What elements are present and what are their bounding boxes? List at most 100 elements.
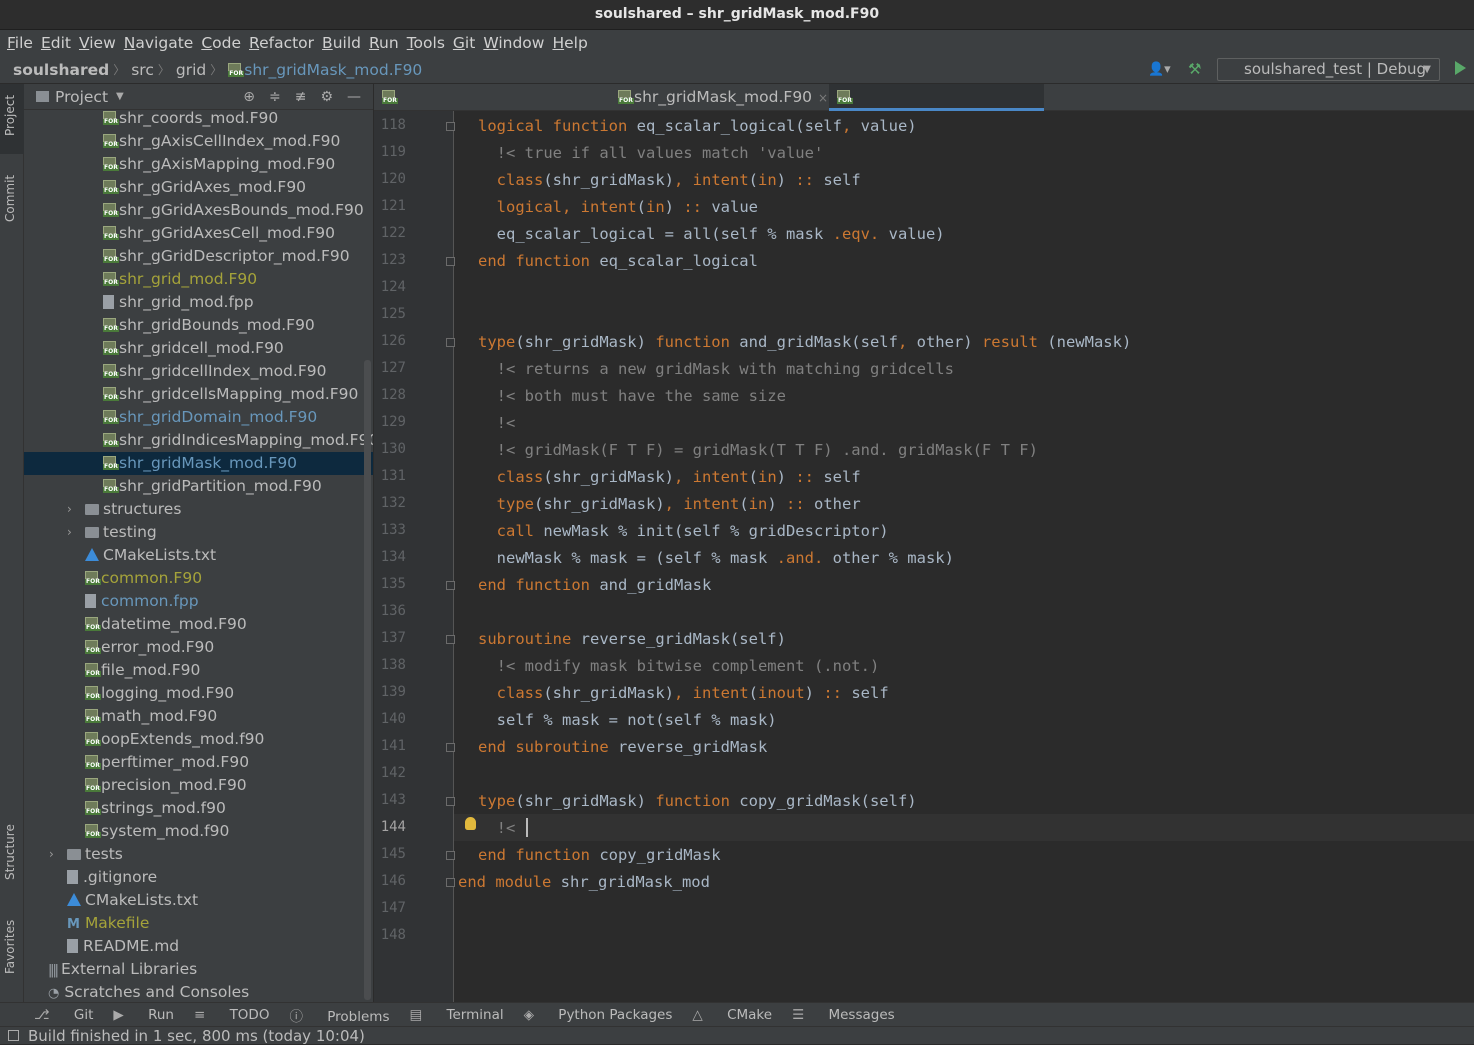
tree-item[interactable]: shr_gridBounds_mod.F90 xyxy=(24,314,373,337)
tree-item[interactable]: › structures xyxy=(24,498,373,521)
tool-window-messages[interactable]: ☰ Messages xyxy=(792,1007,895,1023)
tree-item[interactable]: shr_coords_mod.F90 xyxy=(24,110,373,130)
lightbulb-icon[interactable] xyxy=(465,817,476,830)
tree-item[interactable]: shr_gGridAxesCell_mod.F90 xyxy=(24,222,373,245)
tree-item[interactable]: .gitignore xyxy=(24,866,373,889)
chevron-right-icon[interactable]: › xyxy=(67,498,72,521)
tree-item[interactable]: ◔ Scratches and Consoles xyxy=(24,981,373,1002)
run-configuration-select[interactable]: soulshared_test | Debug ▼ xyxy=(1217,58,1440,81)
tree-item[interactable]: strings_mod.f90 xyxy=(24,797,373,820)
fold-marker-icon[interactable] xyxy=(446,338,455,347)
tree-item[interactable]: README.md xyxy=(24,935,373,958)
project-panel-title[interactable]: Project xyxy=(55,88,108,106)
fold-marker-icon[interactable] xyxy=(446,797,455,806)
run-icon[interactable] xyxy=(1455,61,1466,75)
tree-item[interactable]: oopExtends_mod.f90 xyxy=(24,728,373,751)
menu-edit[interactable]: Edit xyxy=(41,34,71,52)
fold-marker-icon[interactable] xyxy=(446,581,455,590)
tool-window-todo[interactable]: ≡ TODO xyxy=(194,1007,270,1023)
fold-marker-icon[interactable] xyxy=(446,257,455,266)
tree-item[interactable]: system_mod.f90 xyxy=(24,820,373,843)
editor-tab[interactable]: shr_gridMask_mod.F90× xyxy=(829,84,1044,133)
tree-item[interactable]: shr_gridcell_mod.F90 xyxy=(24,337,373,360)
tree-item[interactable]: shr_gGridDescriptor_mod.F90 xyxy=(24,245,373,268)
tree-item[interactable]: logging_mod.F90 xyxy=(24,682,373,705)
tool-window-terminal[interactable]: ▤ Terminal xyxy=(410,1007,504,1023)
commit-tool-tab[interactable]: Commit xyxy=(3,175,17,222)
tool-window-python-packages[interactable]: ◈ Python Packages xyxy=(524,1007,673,1023)
tree-scrollbar[interactable] xyxy=(364,360,371,1000)
tree-item[interactable]: ‖‖ External Libraries xyxy=(24,958,373,981)
tree-item[interactable]: shr_gGridAxesBounds_mod.F90 xyxy=(24,199,373,222)
menu-run[interactable]: Run xyxy=(369,34,399,52)
user-icon[interactable]: 👤▾ xyxy=(1148,62,1172,78)
tree-item[interactable]: error_mod.F90 xyxy=(24,636,373,659)
line-number: 122 xyxy=(380,225,406,241)
tree-item[interactable]: CMakeLists.txt xyxy=(24,544,373,567)
fold-marker-icon[interactable] xyxy=(446,851,455,860)
locate-icon[interactable]: ⊕ xyxy=(243,89,255,105)
tree-item[interactable]: math_mod.F90 xyxy=(24,705,373,728)
tree-item[interactable]: file_mod.F90 xyxy=(24,659,373,682)
collapse-all-icon[interactable]: ≢ xyxy=(295,89,307,105)
structure-tool-tab[interactable]: Structure xyxy=(3,824,17,880)
tree-item[interactable]: common.F90 xyxy=(24,567,373,590)
menu-help[interactable]: Help xyxy=(552,34,587,52)
tree-item[interactable]: › testing xyxy=(24,521,373,544)
tree-item[interactable]: perftimer_mod.F90 xyxy=(24,751,373,774)
menu-code[interactable]: Code xyxy=(201,34,241,52)
breadcrumb-file[interactable]: shr_gridMask_mod.F90 xyxy=(244,61,422,79)
breadcrumb-grid[interactable]: grid xyxy=(176,61,206,79)
tool-window-run[interactable]: ▶ Run xyxy=(113,1007,174,1023)
menu-window[interactable]: Window xyxy=(483,34,544,52)
menu-refactor[interactable]: Refactor xyxy=(249,34,314,52)
makefile-icon: M xyxy=(67,917,80,932)
build-hammer-icon[interactable]: ⚒ xyxy=(1188,60,1206,78)
chevron-down-icon[interactable]: ▼ xyxy=(116,91,124,102)
tree-item[interactable]: shr_gAxisCellIndex_mod.F90 xyxy=(24,130,373,153)
tree-item-label: shr_gridIndicesMapping_mod.F90 xyxy=(119,431,373,449)
tree-item[interactable]: shr_grid_mod.fpp xyxy=(24,291,373,314)
gear-icon[interactable]: ⚙ xyxy=(320,89,333,105)
tree-item[interactable]: shr_gridDomain_mod.F90 xyxy=(24,406,373,429)
close-icon[interactable]: × xyxy=(818,91,828,105)
breadcrumb-src[interactable]: src xyxy=(131,61,154,79)
menu-file[interactable]: File xyxy=(7,34,33,52)
menu-build[interactable]: Build xyxy=(322,34,361,52)
tree-item[interactable]: shr_gridcellsMapping_mod.F90 xyxy=(24,383,373,406)
chevron-right-icon[interactable]: › xyxy=(67,521,72,544)
tree-item[interactable]: shr_grid_mod.F90 xyxy=(24,268,373,291)
expand-all-icon[interactable]: ≑ xyxy=(269,89,281,105)
tree-item[interactable]: shr_gridcellIndex_mod.F90 xyxy=(24,360,373,383)
fold-marker-icon[interactable] xyxy=(446,122,455,131)
tree-item[interactable]: CMakeLists.txt xyxy=(24,889,373,912)
tree-item[interactable]: shr_gridIndicesMapping_mod.F90 xyxy=(24,429,373,452)
tree-item[interactable]: common.fpp xyxy=(24,590,373,613)
tool-window-git[interactable]: ⎇ Git xyxy=(34,1007,93,1023)
tree-item[interactable]: precision_mod.F90 xyxy=(24,774,373,797)
menu-git[interactable]: Git xyxy=(453,34,475,52)
minimize-icon[interactable]: — xyxy=(347,89,361,105)
tool-window-cmake[interactable]: △ CMake xyxy=(692,1007,772,1023)
editor-tab[interactable]: shr_gridDomain_mod.F90× xyxy=(374,84,610,133)
menu-tools[interactable]: Tools xyxy=(407,34,445,52)
tree-item[interactable]: shr_gGridAxes_mod.F90 xyxy=(24,176,373,199)
editor-tab[interactable]: shr_gridMask_mod.F90× xyxy=(610,84,829,111)
tree-item[interactable]: shr_gridMask_mod.F90 xyxy=(24,452,373,475)
menu-view[interactable]: View xyxy=(79,34,116,52)
fold-marker-icon[interactable] xyxy=(446,635,455,644)
tree-item[interactable]: M Makefile xyxy=(24,912,373,935)
breadcrumb-project[interactable]: soulshared xyxy=(13,61,109,79)
tree-item[interactable]: shr_gridPartition_mod.F90 xyxy=(24,475,373,498)
tool-window-label: Messages xyxy=(828,1006,895,1023)
fold-marker-icon[interactable] xyxy=(446,743,455,752)
fold-marker-icon[interactable] xyxy=(446,878,455,887)
menu-navigate[interactable]: Navigate xyxy=(124,34,194,52)
project-tool-tab[interactable]: Project xyxy=(3,95,17,136)
tree-item[interactable]: datetime_mod.F90 xyxy=(24,613,373,636)
tree-item[interactable]: shr_gAxisMapping_mod.F90 xyxy=(24,153,373,176)
favorites-tool-tab[interactable]: Favorites xyxy=(3,920,17,974)
tool-window-problems[interactable]: ⓘ Problems xyxy=(289,1005,389,1025)
chevron-right-icon[interactable]: › xyxy=(49,843,54,866)
tree-item[interactable]: › tests xyxy=(24,843,373,866)
